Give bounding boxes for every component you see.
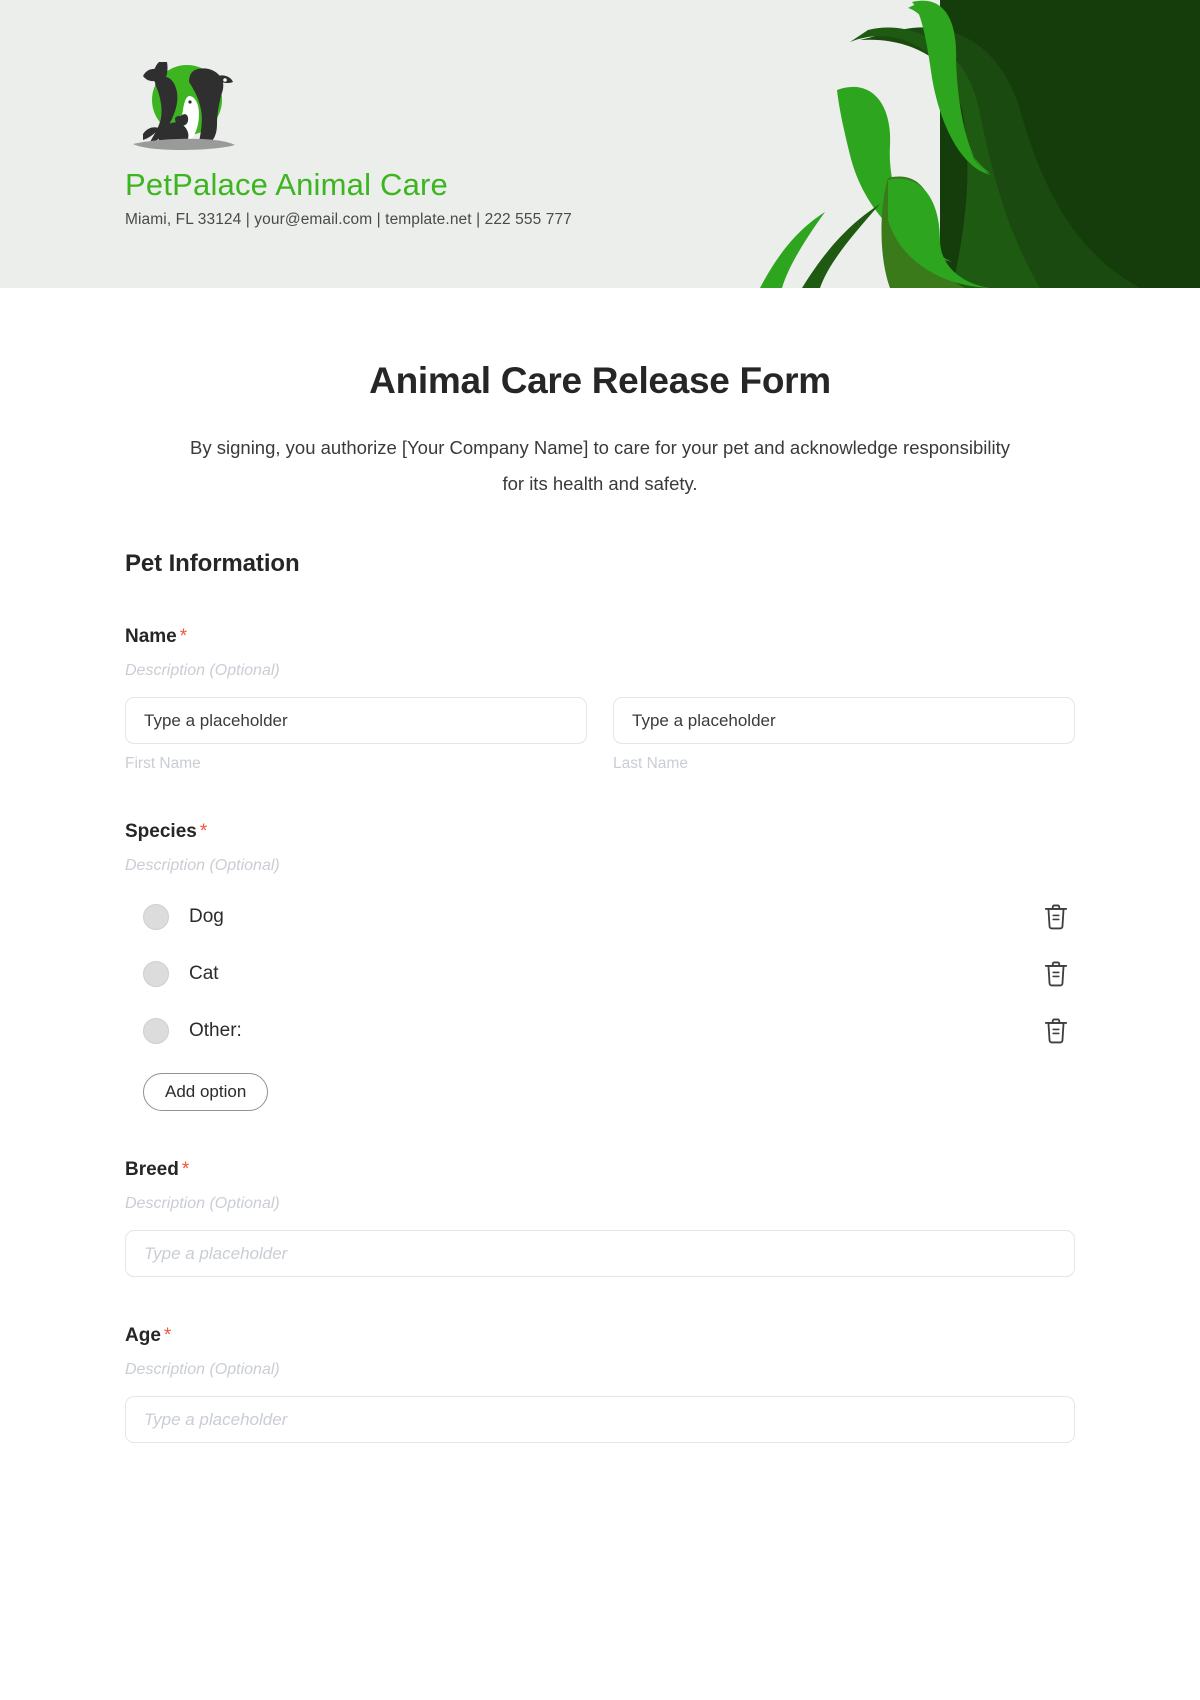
species-option-other[interactable]: Other: [125, 1011, 1075, 1051]
brand-name: PetPalace Animal Care [125, 167, 448, 202]
age-input[interactable]: Type a placeholder [125, 1396, 1075, 1444]
trash-icon[interactable] [1043, 960, 1069, 988]
radio-icon[interactable] [143, 1018, 169, 1045]
species-option-label: Dog [189, 906, 224, 928]
radio-icon[interactable] [143, 961, 169, 988]
section-heading-pet-information: Pet Information [125, 550, 300, 578]
first-name-placeholder: Type a placeholder [144, 710, 288, 730]
field-breed-description: Description (Optional) [125, 1195, 280, 1213]
trash-icon[interactable] [1043, 903, 1069, 931]
last-name-column: Type a placeholder Last Name [613, 697, 1075, 773]
required-marker: * [179, 626, 188, 648]
first-name-input[interactable]: Type a placeholder [125, 697, 587, 745]
last-name-placeholder: Type a placeholder [632, 710, 776, 730]
last-name-input[interactable]: Type a placeholder [613, 697, 1075, 745]
first-name-sub-label: First Name [125, 755, 201, 773]
field-breed-label: Breed * [125, 1159, 1075, 1181]
breed-input[interactable]: Type a placeholder [125, 1230, 1075, 1278]
species-option-dog[interactable]: Dog [125, 897, 1075, 937]
field-name-label: Name * [125, 626, 1075, 648]
field-age-label: Age * [125, 1325, 1075, 1347]
species-option-label: Cat [189, 963, 219, 985]
field-age-label-text: Age [125, 1325, 161, 1347]
required-marker: * [199, 821, 208, 843]
field-species-label-text: Species [125, 821, 197, 843]
breed-placeholder: Type a placeholder [144, 1243, 288, 1263]
form-subtitle: By signing, you authorize [Your Company … [190, 437, 1010, 495]
field-age-description: Description (Optional) [125, 1361, 280, 1379]
age-column: Type a placeholder [125, 1396, 1075, 1444]
trash-icon[interactable] [1043, 1017, 1069, 1045]
breed-column: Type a placeholder [125, 1230, 1075, 1278]
field-name: Name * Description (Optional) Type a plac… [125, 626, 1075, 773]
required-marker: * [163, 1325, 172, 1347]
brand-block: PetPalace Animal Care Miami, FL 33124 | … [125, 52, 745, 229]
form-document: Animal Care Release Form By signing, you… [0, 360, 1200, 1444]
species-option-cat[interactable]: Cat [125, 954, 1075, 994]
field-species-description: Description (Optional) [125, 857, 280, 875]
brand-contact-line: Miami, FL 33124 | your@email.com | templ… [125, 211, 572, 229]
last-name-sub-label: Last Name [613, 755, 688, 773]
field-species-label: Species * [125, 821, 1075, 843]
field-species: Species* Description (Optional) Dog Cat [125, 821, 1075, 1112]
species-option-label: Other: [189, 1020, 242, 1042]
field-breed-label-text: Breed [125, 1159, 179, 1181]
species-options-list: Dog Cat Other: Add option [125, 897, 1075, 1112]
field-name-label-text: Name [125, 626, 177, 648]
breed-input-row: Type a placeholder [125, 1230, 1075, 1278]
field-breed: Breed * Description (Optional) Type a pla… [125, 1159, 1075, 1278]
age-placeholder: Type a placeholder [144, 1409, 288, 1429]
pet-palace-logo-icon [133, 62, 235, 150]
form-title: Animal Care Release Form [369, 360, 831, 401]
leaf-swirl-decoration-icon [760, 0, 1200, 288]
radio-icon[interactable] [143, 904, 169, 931]
first-name-column: Type a placeholder First Name [125, 697, 587, 773]
add-option-button[interactable]: Add option [143, 1073, 269, 1112]
name-input-row: Type a placeholder First Name Type a pla… [125, 697, 1075, 773]
page-header-banner: PetPalace Animal Care Miami, FL 33124 | … [0, 0, 1200, 288]
required-marker: * [181, 1159, 190, 1181]
field-name-description: Description (Optional) [125, 662, 280, 680]
field-age: Age * Description (Optional) Type a place… [125, 1325, 1075, 1444]
age-input-row: Type a placeholder [125, 1396, 1075, 1444]
